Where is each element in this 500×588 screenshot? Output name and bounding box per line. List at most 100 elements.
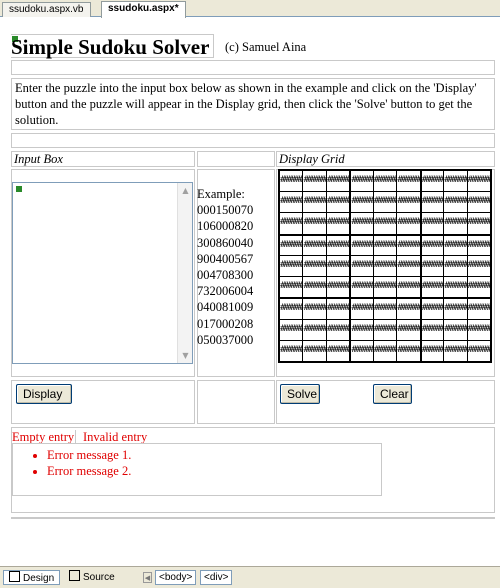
- example-row: 004708300: [197, 268, 254, 283]
- grid-cell-r6c5: ########: [397, 299, 420, 319]
- grid-cell-r8c0: ########: [280, 340, 303, 361]
- spacer-row: [11, 60, 495, 75]
- scroll-up-icon[interactable]: ▲: [178, 183, 193, 198]
- grid-cell-r1c4: ########: [373, 192, 397, 213]
- grid-cell-r5c1: ########: [303, 277, 326, 298]
- scroll-left-icon[interactable]: ◀: [143, 572, 152, 583]
- breadcrumb-body[interactable]: <body>: [155, 570, 197, 585]
- grid-cell-r8c6: ########: [421, 340, 444, 361]
- grid-cell-r5c0: ########: [280, 277, 303, 298]
- grid-cell-r6c2: ########: [326, 299, 350, 319]
- grid-cell-r8c1: ########: [303, 340, 326, 361]
- divider: [11, 517, 495, 519]
- grid-cell-r0c5: ########: [397, 171, 420, 192]
- grid-cell-r0c7: ########: [444, 171, 467, 192]
- grid-cell-r8c3: ########: [351, 340, 373, 361]
- design-view-tab[interactable]: Design: [3, 570, 61, 585]
- grid-cell-r6c4: ########: [373, 299, 397, 319]
- grid-cell-r1c2: ########: [326, 192, 350, 213]
- grid-cell-r7c7: ########: [444, 319, 467, 340]
- source-view-tab[interactable]: Source: [64, 570, 120, 585]
- grid-cell-r4c4: ########: [373, 255, 397, 277]
- spacer-row: [11, 133, 495, 148]
- tab-ssudoku-aspx-vb[interactable]: ssudoku.aspx.vb: [2, 2, 91, 17]
- solve-button[interactable]: Solve: [280, 384, 320, 404]
- grid-cell-r1c7: ########: [444, 192, 467, 213]
- grid-cell-r4c3: ########: [351, 255, 373, 277]
- grid-cell-r1c5: ########: [397, 192, 420, 213]
- grid-cell-r8c2: ########: [326, 340, 350, 361]
- grid-cell-r8c7: ########: [444, 340, 467, 361]
- puzzle-input-textarea[interactable]: ▲ ▼: [12, 182, 193, 364]
- grid-cell-r8c5: ########: [397, 340, 420, 361]
- grid-cell-r3c3: ########: [351, 235, 373, 255]
- example-row: 040081009: [197, 300, 254, 315]
- document-tab-bar: ssudoku.aspx.vb ssudoku.aspx*: [0, 0, 500, 18]
- breadcrumb-div[interactable]: <div>: [200, 570, 233, 585]
- error-message: Error message 1.: [47, 447, 381, 463]
- grid-cell-r7c3: ########: [351, 319, 373, 340]
- grid-cell-r2c1: ########: [303, 213, 326, 234]
- validation-summary: Error message 1. Error message 2.: [12, 443, 382, 496]
- clear-button[interactable]: Clear: [373, 384, 412, 404]
- grid-cell-r6c6: ########: [421, 299, 444, 319]
- grid-cell-r3c0: ########: [280, 235, 303, 255]
- grid-cell-r8c4: ########: [373, 340, 397, 361]
- grid-cell-r4c8: ########: [467, 255, 490, 277]
- grid-cell-r1c3: ########: [351, 192, 373, 213]
- instructions-text: Enter the puzzle into the input box belo…: [11, 78, 495, 130]
- button-spacer-cell: [197, 380, 275, 424]
- design-view-label: Design: [23, 573, 55, 584]
- source-view-label: Source: [83, 572, 115, 583]
- grid-cell-r3c5: ########: [397, 235, 420, 255]
- scroll-down-icon[interactable]: ▼: [178, 348, 193, 363]
- display-grid-header: Display Grid: [276, 151, 495, 167]
- error-message: Error message 2.: [47, 463, 381, 479]
- grid-cell-r0c4: ########: [373, 171, 397, 192]
- example-row: 732006004: [197, 284, 254, 299]
- grid-cell-r6c7: ########: [444, 299, 467, 319]
- grid-cell-r7c1: ########: [303, 319, 326, 340]
- grid-cell-r7c6: ########: [421, 319, 444, 340]
- grid-cell-r6c1: ########: [303, 299, 326, 319]
- grid-cell-r0c2: ########: [326, 171, 350, 192]
- grid-cell-r1c8: ########: [467, 192, 490, 213]
- grid-cell-r6c0: ########: [280, 299, 303, 319]
- grid-cell-r3c1: ########: [303, 235, 326, 255]
- example-row: 017000208: [197, 316, 254, 331]
- grid-cell-r7c4: ########: [373, 319, 397, 340]
- grid-cell-r0c6: ########: [421, 171, 444, 192]
- grid-cell-r1c6: ########: [421, 192, 444, 213]
- tab-ssudoku-aspx[interactable]: ssudoku.aspx*: [101, 1, 186, 18]
- grid-cell-r1c0: ########: [280, 192, 303, 213]
- example-row: 106000820: [197, 219, 254, 234]
- grid-cell-r2c4: ########: [373, 213, 397, 234]
- grid-cell-r5c8: ########: [467, 277, 490, 298]
- grid-cell-r5c4: ########: [373, 277, 397, 298]
- grid-cell-r0c1: ########: [303, 171, 326, 192]
- grid-cell-r2c8: ########: [467, 213, 490, 234]
- invalid-entry-validator: Invalid entry: [83, 430, 148, 444]
- grid-cell-r4c7: ########: [444, 255, 467, 277]
- grid-cell-r7c0: ########: [280, 319, 303, 340]
- grid-cell-r4c6: ########: [421, 255, 444, 277]
- example-heading: Example:: [197, 187, 245, 201]
- grid-cell-r3c4: ########: [373, 235, 397, 255]
- grid-cell-r7c5: ########: [397, 319, 420, 340]
- grid-cell-r2c7: ########: [444, 213, 467, 234]
- grid-cell-r4c5: ########: [397, 255, 420, 277]
- grid-cell-r2c6: ########: [421, 213, 444, 234]
- display-button[interactable]: Display: [16, 384, 72, 404]
- grid-cell-r3c6: ########: [421, 235, 444, 255]
- grid-cell-r5c6: ########: [421, 277, 444, 298]
- vertical-scrollbar[interactable]: ▲ ▼: [177, 183, 192, 363]
- control-glyph-icon: [15, 185, 23, 193]
- grid-cell-r5c3: ########: [351, 277, 373, 298]
- grid-cell-r0c0: ########: [280, 171, 303, 192]
- example-row: 900400567: [197, 251, 254, 266]
- source-view-icon: [69, 570, 80, 581]
- grid-cell-r7c8: ########: [467, 319, 490, 340]
- grid-cell-r0c3: ########: [351, 171, 373, 192]
- grid-cell-r0c8: ########: [467, 171, 490, 192]
- grid-cell-r4c0: ########: [280, 255, 303, 277]
